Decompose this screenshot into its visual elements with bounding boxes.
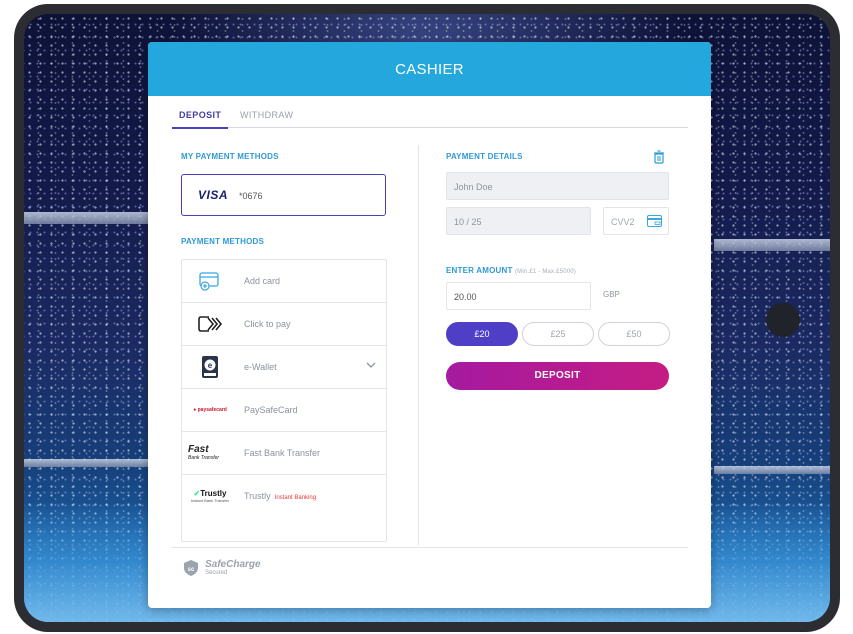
- payment-details-title: PAYMENT DETAILS: [446, 152, 523, 161]
- shield-icon: sc: [184, 560, 198, 576]
- method-e-wallet[interactable]: e e-Wallet: [182, 346, 386, 389]
- method-label: e-Wallet: [244, 362, 277, 372]
- cashier-modal: CASHIER DEPOSIT WITHDRAW MY PAYMENT METH…: [148, 42, 711, 608]
- method-trustly[interactable]: ✓Trustly Instant Bank Transfer Trustly In…: [182, 475, 386, 518]
- method-label: Fast Bank Transfer: [244, 448, 321, 458]
- method-label: PaySafeCard: [244, 405, 298, 415]
- safecharge-name: SafeCharge: [205, 559, 261, 570]
- e-wallet-icon: e: [188, 354, 232, 380]
- card-back-icon: [647, 215, 662, 227]
- tab-withdraw[interactable]: WITHDRAW: [240, 110, 293, 120]
- footer-divider: [172, 547, 688, 548]
- stadium-rail: [714, 466, 830, 474]
- stadium-rail: [24, 459, 164, 467]
- svg-text:sc: sc: [188, 567, 195, 573]
- enter-amount-title: ENTER AMOUNT (Min.£1 - Max.£5000): [446, 266, 577, 275]
- amount-input[interactable]: 20.00: [446, 282, 591, 310]
- column-divider: [418, 145, 419, 545]
- my-payment-methods-title: MY PAYMENT METHODS: [181, 152, 279, 161]
- fast-bank-transfer-logo: Fast Bank Transfer: [188, 444, 220, 462]
- preset-amount-20[interactable]: £20: [446, 322, 518, 346]
- svg-text:e: e: [208, 361, 213, 370]
- click-to-pay-icon: [188, 311, 232, 337]
- safecharge-secured: Secured: [205, 570, 228, 576]
- stadium-rail: [714, 239, 830, 251]
- saved-card-visa[interactable]: VISA *0676: [181, 174, 386, 216]
- deposit-button[interactable]: DEPOSIT: [446, 362, 669, 390]
- preset-amount-50[interactable]: £50: [598, 322, 670, 346]
- currency-label: GBP: [603, 290, 620, 299]
- method-label: Trustly Instant Banking: [244, 491, 317, 501]
- payment-methods-title: PAYMENT METHODS: [181, 237, 265, 246]
- method-label: Add card: [244, 276, 281, 286]
- amount-limits: (Min.£1 - Max.£5000): [514, 269, 577, 275]
- tab-deposit[interactable]: DEPOSIT: [171, 110, 229, 129]
- preset-amount-25[interactable]: £25: [522, 322, 594, 346]
- card-digits: *0676: [239, 191, 263, 201]
- modal-title: CASHIER: [148, 42, 711, 96]
- cardholder-name-field[interactable]: John Doe: [446, 172, 669, 200]
- trustly-logo: ✓Trustly Instant Bank Transfer: [190, 489, 230, 503]
- chevron-down-icon[interactable]: [364, 358, 378, 372]
- cvv-field[interactable]: CVV2: [603, 207, 669, 235]
- paysafecard-logo: ● paysafecard: [193, 407, 227, 413]
- add-card-icon: [188, 268, 232, 294]
- method-fast-bank-transfer[interactable]: Fast Bank Transfer Fast Bank Transfer: [182, 432, 386, 475]
- stadium-rail: [24, 212, 164, 224]
- method-add-card[interactable]: Add card: [182, 260, 386, 303]
- expiry-date-field[interactable]: 10 / 25: [446, 207, 591, 235]
- method-paysafecard[interactable]: ● paysafecard PaySafeCard: [182, 389, 386, 432]
- trash-icon[interactable]: [653, 150, 665, 164]
- instant-banking-badge: Instant Banking: [274, 495, 317, 501]
- cvv-placeholder: CVV2: [611, 217, 635, 227]
- tab-bar: DEPOSIT WITHDRAW: [171, 104, 688, 129]
- method-label: Click to pay: [244, 319, 291, 329]
- device-camera: [766, 303, 800, 337]
- payment-methods-list: Add card Click to pay e e-Wallet ● paysa…: [181, 259, 387, 542]
- method-click-to-pay[interactable]: Click to pay: [182, 303, 386, 346]
- visa-logo: VISA: [198, 188, 229, 202]
